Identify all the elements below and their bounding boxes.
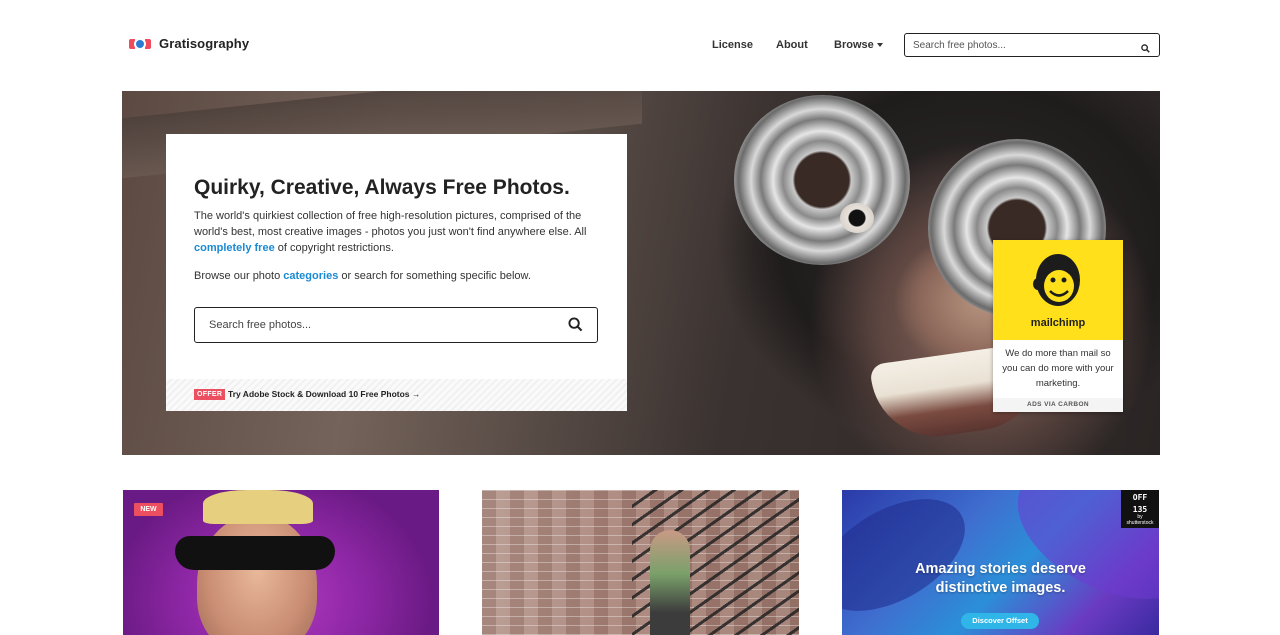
- offer-bar: OFFER Try Adobe Stock & Download 10 Free…: [166, 379, 627, 411]
- offer-badge: OFFER: [194, 389, 226, 400]
- discover-offset-button[interactable]: Discover Offset: [961, 613, 1039, 629]
- mailchimp-logo-icon: [1033, 254, 1080, 306]
- offset-logo-line: shutterstock: [1126, 520, 1154, 526]
- ad-footer[interactable]: ADS VIA CARBON: [993, 398, 1123, 412]
- ad-copy[interactable]: We do more than mail so you can do more …: [1001, 346, 1115, 391]
- hero-card: Quirky, Creative, Always Free Photos. Th…: [166, 134, 627, 411]
- nav-browse-label: Browse: [834, 39, 874, 51]
- site-logo[interactable]: Gratisography: [129, 36, 249, 51]
- site-header: Gratisography License About Browse: [0, 0, 1280, 90]
- browse-text: Browse our photo: [194, 270, 284, 282]
- nav-about[interactable]: About: [776, 39, 808, 51]
- hero-browse-text: Browse our photo categories or search fo…: [194, 270, 531, 282]
- card2-dancer: [650, 530, 690, 635]
- hero-desc-text-end: of copyright restrictions.: [274, 242, 394, 254]
- search-icon[interactable]: [1141, 40, 1150, 58]
- hero-banner: Quirky, Creative, Always Free Photos. Th…: [122, 91, 1160, 455]
- hero-description: The world's quirkiest collection of free…: [194, 208, 598, 256]
- hero-goggle-left: [734, 95, 910, 265]
- header-search: [904, 33, 1160, 57]
- logo-text: Gratisography: [159, 36, 250, 51]
- ad-image[interactable]: mailchimp: [993, 240, 1123, 340]
- photo-card-1[interactable]: NEW: [123, 490, 439, 635]
- carbon-ad[interactable]: mailchimp We do more than mail so you ca…: [993, 240, 1123, 412]
- ad-brand: mailchimp: [1030, 317, 1086, 329]
- search-icon[interactable]: [568, 317, 583, 337]
- chevron-down-icon: [876, 43, 883, 48]
- header-search-input[interactable]: [913, 37, 1133, 53]
- logo-icon: [129, 37, 151, 51]
- adobe-stock-offer-link[interactable]: Try Adobe Stock & Download 10 Free Photo…: [228, 389, 420, 400]
- categories-link[interactable]: categories: [283, 270, 338, 282]
- browse-text-end: or search for something specific below.: [338, 270, 531, 282]
- hero-eye: [840, 203, 874, 233]
- hero-desc-text: The world's quirkiest collection of free…: [194, 210, 587, 238]
- hero-title: Quirky, Creative, Always Free Photos.: [194, 176, 570, 199]
- nav-license[interactable]: License: [712, 39, 753, 51]
- card1-sunglasses: [175, 536, 335, 570]
- completely-free-link[interactable]: completely free: [194, 242, 275, 254]
- offset-headline: Amazing stories deserve distinctive imag…: [915, 561, 1086, 596]
- offset-ad-card[interactable]: OFF 135 by shutterstock Amazing stories …: [842, 490, 1159, 635]
- offset-logo-line: OFF: [1132, 493, 1148, 502]
- new-badge: NEW: [134, 503, 163, 516]
- hero-search: [194, 307, 598, 343]
- photo-card-2[interactable]: [482, 490, 799, 635]
- nav-browse[interactable]: Browse: [834, 39, 883, 51]
- offset-logo-line: 135: [1132, 505, 1148, 514]
- offset-logo: OFF 135 by shutterstock: [1121, 490, 1159, 528]
- hero-search-input[interactable]: [209, 317, 549, 333]
- card1-person-face: [197, 514, 317, 635]
- card1-person-hair: [203, 490, 313, 524]
